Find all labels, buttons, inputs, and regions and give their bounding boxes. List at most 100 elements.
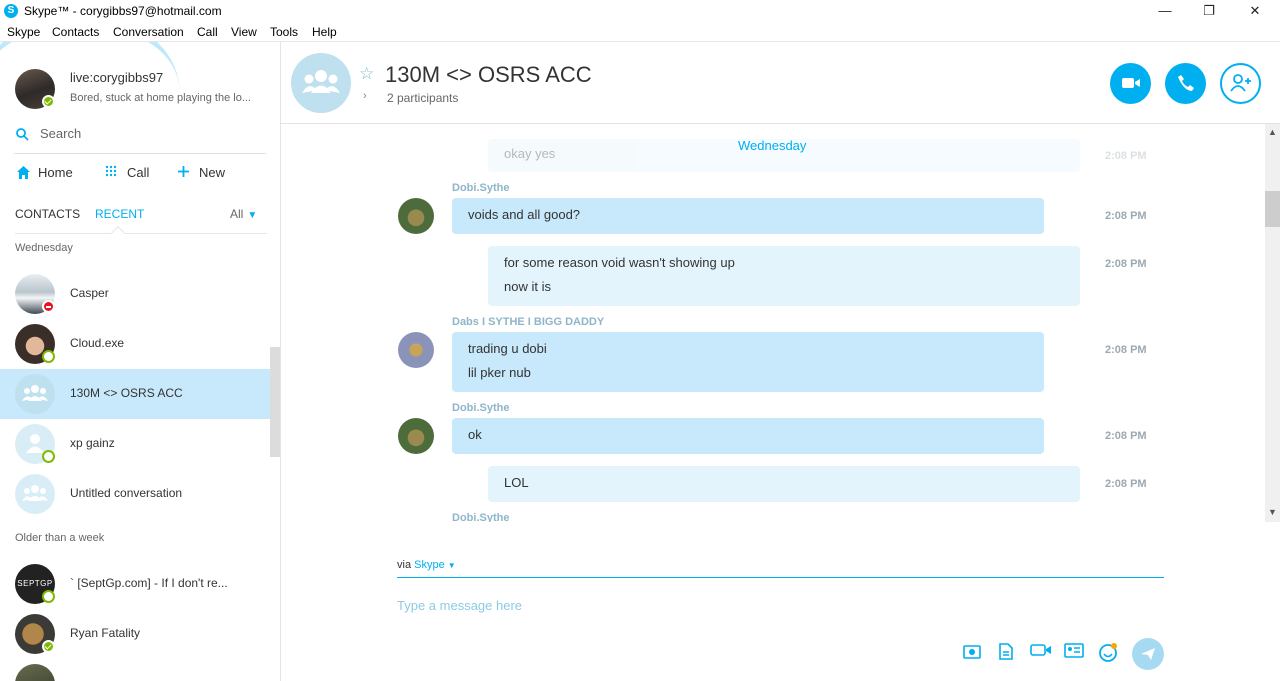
contact-name: Cloud.exe xyxy=(70,336,125,350)
close-button[interactable]: ✕ xyxy=(1232,0,1278,22)
sender-avatar[interactable] xyxy=(398,332,434,368)
chevron-down-icon: ▼ xyxy=(447,561,456,570)
message-bubble[interactable]: for some reason void wasn't showing up n… xyxy=(488,246,1080,306)
via-service[interactable]: Skype xyxy=(414,559,445,571)
contact-item-130m-osrs-acc[interactable]: 130M <> OSRS ACC xyxy=(0,369,270,419)
add-person-icon xyxy=(1229,74,1251,92)
call-button[interactable]: Call xyxy=(105,165,149,180)
conversation-title[interactable]: 130M <> OSRS ACC xyxy=(385,62,592,88)
message-time: 2:08 PM xyxy=(1105,430,1147,442)
audio-call-button[interactable] xyxy=(1165,63,1206,104)
active-tab-pointer xyxy=(110,225,126,241)
menu-contacts[interactable]: Contacts xyxy=(52,25,99,39)
menu-bar: Skype Contacts Conversation Call View To… xyxy=(0,22,1280,42)
message-bubble[interactable]: trading u dobi lil pker nub xyxy=(452,332,1044,392)
plus-icon xyxy=(178,166,189,177)
home-label: Home xyxy=(38,165,73,180)
via-selector[interactable]: via Skype ▼ xyxy=(397,559,456,571)
message-scrollbar[interactable] xyxy=(1265,124,1280,522)
message-bubble[interactable]: voids and all good? xyxy=(452,198,1044,234)
contact-item-septgp[interactable]: SEPTGP ` [SeptGp.com] - If I don't re... xyxy=(0,559,270,609)
group-icon xyxy=(302,70,340,93)
tab-recent[interactable]: RECENT xyxy=(95,207,144,221)
contact-item-ryan-fatality[interactable]: Ryan Fatality xyxy=(0,609,270,659)
call-label: Call xyxy=(127,165,150,180)
message-text: trading u dobi xyxy=(468,341,547,356)
menu-view[interactable]: View xyxy=(231,25,257,39)
tab-contacts[interactable]: CONTACTS xyxy=(15,207,80,221)
message-time: 2:08 PM xyxy=(1105,150,1147,162)
participants-count[interactable]: 2 participants xyxy=(387,91,458,105)
message-time: 2:08 PM xyxy=(1105,258,1147,270)
conversation-header: ☆ 130M <> OSRS ACC › 2 participants xyxy=(281,42,1280,124)
new-button[interactable]: New xyxy=(177,165,225,180)
sidebar: live:corygibbs97 Bored, stuck at home pl… xyxy=(0,42,281,681)
message-bubble[interactable]: LOL xyxy=(488,466,1080,502)
contact-name: Ryan Fatality xyxy=(70,626,141,640)
scroll-down-icon[interactable]: ▼ xyxy=(1265,507,1280,517)
online-status-icon xyxy=(42,590,55,603)
message-sender: Dobi.Sythe xyxy=(452,512,510,522)
online-status-icon xyxy=(42,95,55,108)
contact-name: xp gainz xyxy=(70,436,115,450)
menu-skype[interactable]: Skype xyxy=(7,25,40,39)
online-status-icon xyxy=(42,450,55,463)
message-text: LOL xyxy=(504,475,529,490)
phone-icon xyxy=(1177,75,1194,91)
message-text: voids and all good? xyxy=(468,207,581,222)
maximize-button[interactable]: ❐ xyxy=(1186,0,1232,22)
menu-help[interactable]: Help xyxy=(312,25,337,39)
send-file-icon[interactable] xyxy=(996,643,1016,663)
contact-item-xp-gainz[interactable]: xp gainz xyxy=(0,419,270,469)
contact-item-casper[interactable]: Casper xyxy=(0,269,270,319)
chevron-right-icon[interactable]: › xyxy=(363,90,367,102)
add-participant-button[interactable] xyxy=(1220,63,1261,104)
composer-divider xyxy=(397,577,1164,578)
profile-mood[interactable]: Bored, stuck at home playing the lo... xyxy=(70,92,265,104)
message-bubble[interactable]: ok xyxy=(452,418,1044,454)
contact-item-untitled-conversation[interactable]: Untitled conversation xyxy=(0,469,270,519)
message-scrollbar-thumb[interactable] xyxy=(1265,191,1280,227)
scroll-up-icon[interactable]: ▲ xyxy=(1265,127,1280,137)
sender-avatar[interactable] xyxy=(398,198,434,234)
message-text: ok xyxy=(468,427,482,442)
sidebar-scrollbar[interactable] xyxy=(270,347,280,457)
profile-name[interactable]: live:corygibbs97 xyxy=(70,70,163,85)
menu-call[interactable]: Call xyxy=(197,25,218,39)
message-sender: Dabs I SYTHE I BIGG DADDY xyxy=(452,316,605,328)
home-icon xyxy=(17,166,30,179)
window-titlebar: S Skype™ - corygibbs97@hotmail.com — ❐ ✕ xyxy=(0,0,1280,22)
contact-name: Casper xyxy=(70,286,109,300)
send-media-icon[interactable] xyxy=(962,643,982,663)
favorite-star-icon[interactable]: ☆ xyxy=(359,64,374,84)
sender-avatar[interactable] xyxy=(398,418,434,454)
message-input[interactable]: Type a message here xyxy=(397,598,522,613)
contact-name: ` [SeptGp.com] - If I don't re... xyxy=(70,576,228,590)
group-avatar xyxy=(15,474,55,514)
contact-item-partial[interactable] xyxy=(0,659,270,681)
search-icon xyxy=(16,128,29,141)
contact-name: 130M <> OSRS ACC xyxy=(70,386,183,400)
section-header-recent: Wednesday xyxy=(15,242,73,254)
send-contacts-icon[interactable] xyxy=(1064,643,1084,663)
video-call-button[interactable] xyxy=(1110,63,1151,104)
filter-dropdown[interactable]: All ▼ xyxy=(230,207,257,221)
contact-item-cloud-exe[interactable]: Cloud.exe xyxy=(0,319,270,369)
contact-name: Untitled conversation xyxy=(70,486,183,500)
menu-tools[interactable]: Tools xyxy=(270,25,298,39)
message-list[interactable]: okay yes 2:08 PM Wednesday Dobi.Sythe vo… xyxy=(281,124,1265,522)
send-button[interactable] xyxy=(1132,638,1164,670)
video-message-icon[interactable] xyxy=(1030,643,1051,663)
online-status-icon xyxy=(42,640,55,653)
new-label: New xyxy=(199,165,226,180)
search-box[interactable]: Search xyxy=(14,124,266,154)
minimize-button[interactable]: — xyxy=(1142,0,1188,22)
online-status-icon xyxy=(42,350,55,363)
menu-conversation[interactable]: Conversation xyxy=(113,25,184,39)
emoticon-icon[interactable] xyxy=(1098,643,1118,663)
home-button[interactable]: Home xyxy=(16,165,73,180)
section-header-older: Older than a week xyxy=(15,532,105,544)
message-time: 2:08 PM xyxy=(1105,344,1147,356)
conversation-avatar[interactable] xyxy=(291,53,351,113)
window-title: Skype™ - corygibbs97@hotmail.com xyxy=(24,4,222,18)
